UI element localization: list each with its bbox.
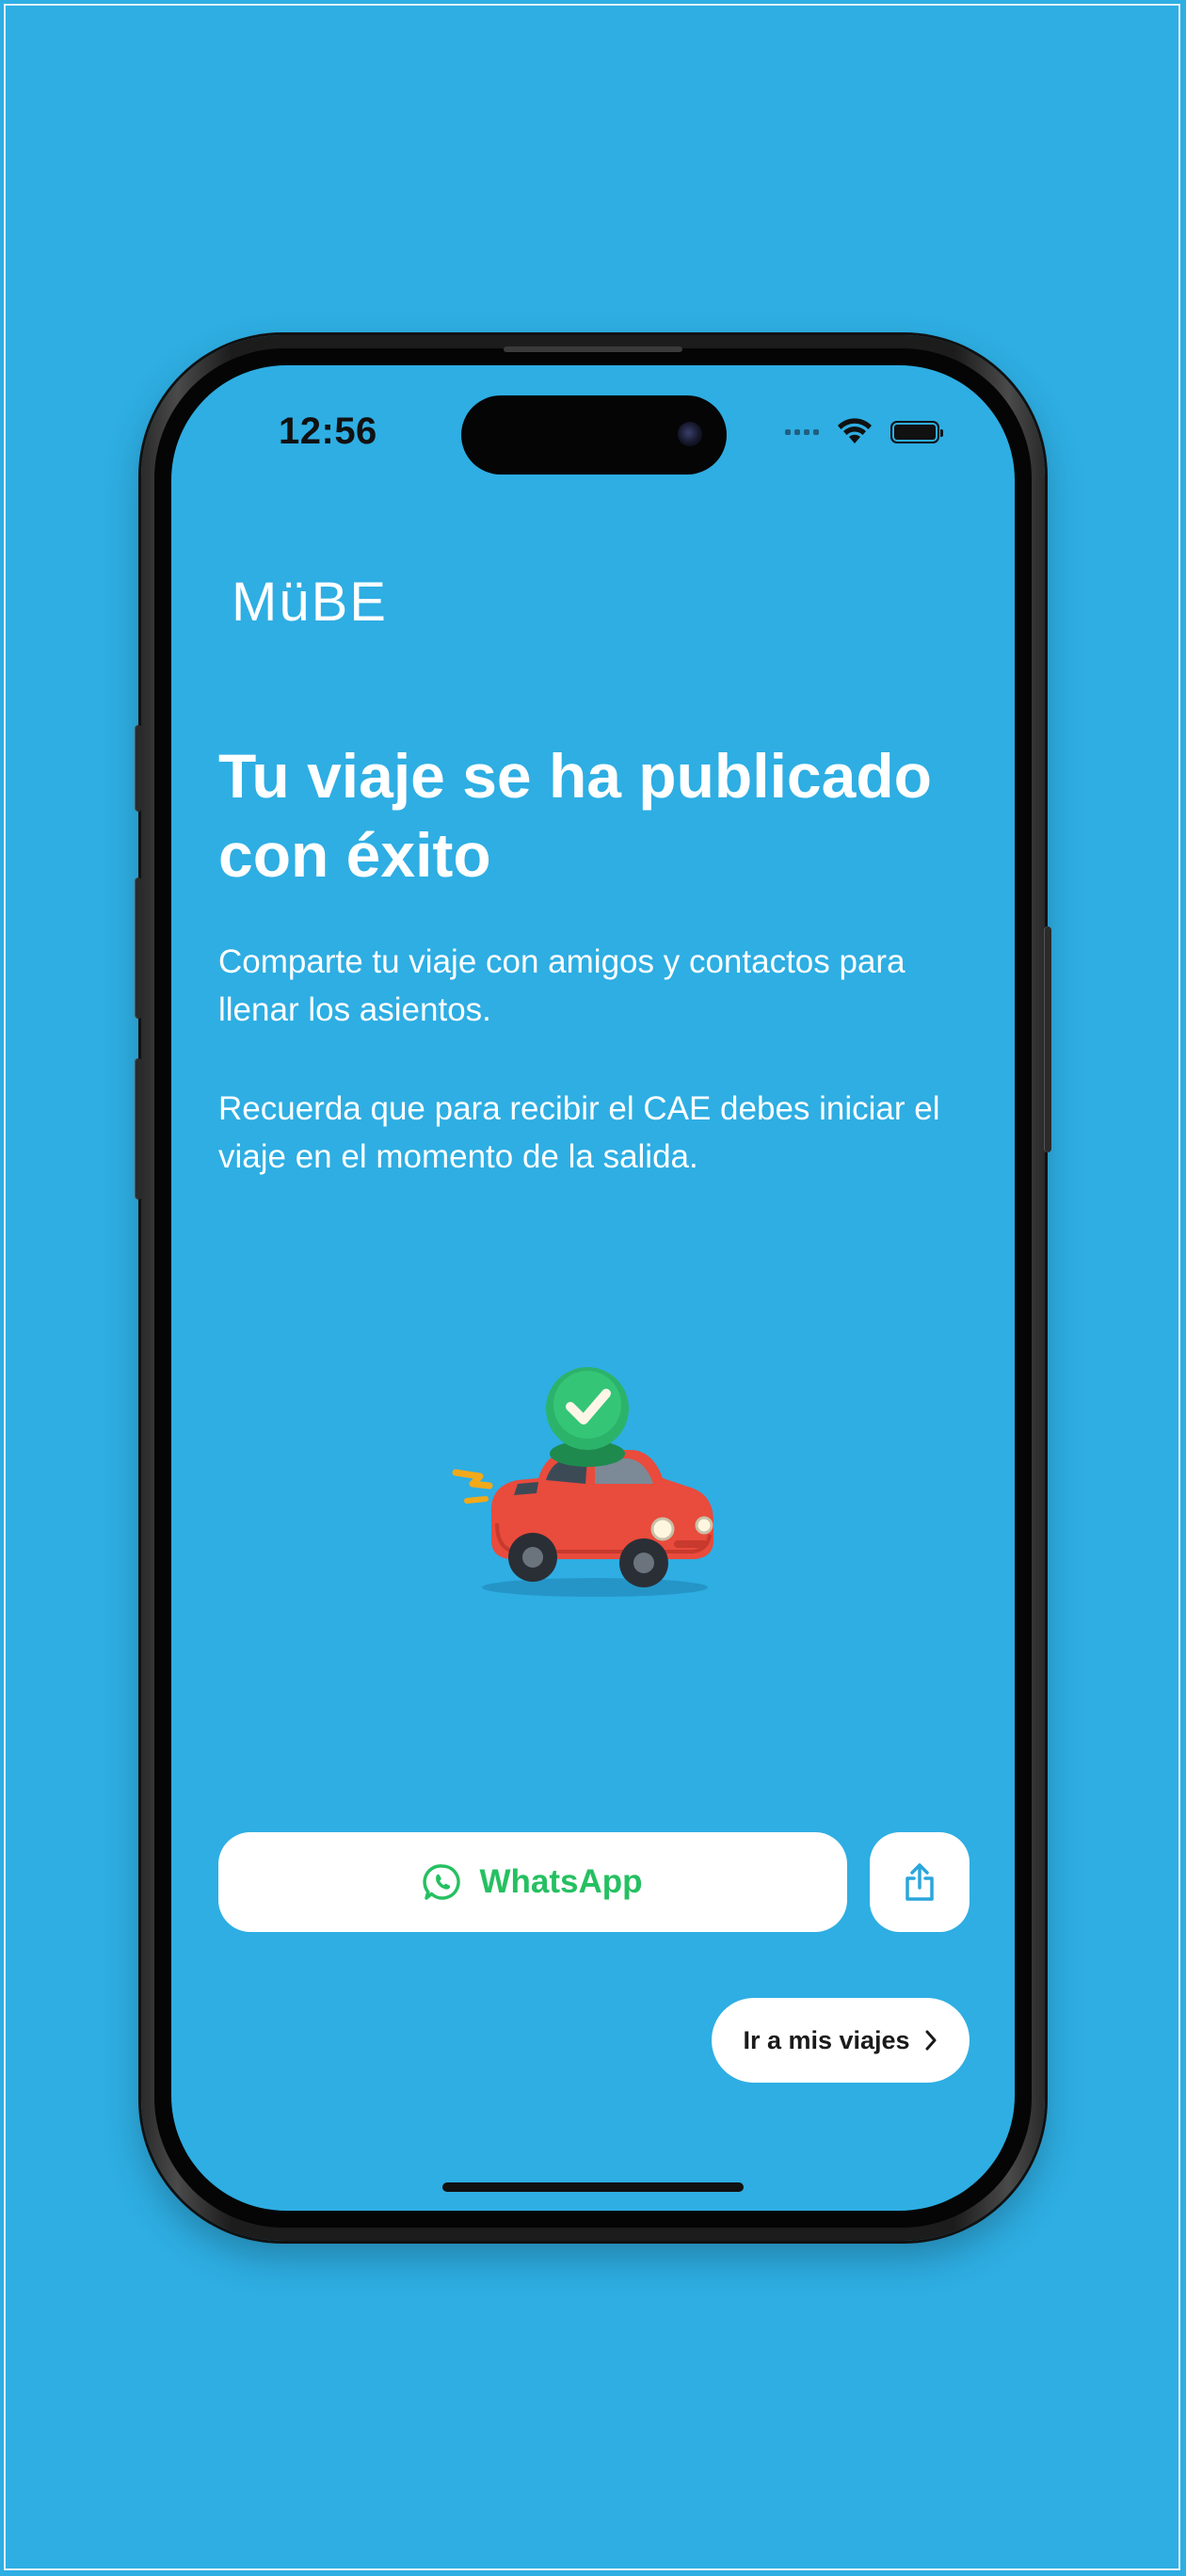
dynamic-island: [461, 395, 727, 475]
home-indicator[interactable]: [442, 2182, 744, 2192]
whatsapp-button-label: WhatsApp: [479, 1863, 643, 1900]
phone-speaker: [504, 346, 682, 352]
status-time: 12:56: [279, 411, 377, 452]
status-indicators: [785, 418, 943, 446]
share-description: Comparte tu viaje con amigos y contactos…: [218, 943, 906, 1028]
front-camera: [678, 422, 702, 446]
battery-icon: [890, 421, 943, 443]
action-button: [135, 725, 142, 812]
cellular-signal-icon: [785, 429, 819, 435]
go-to-my-trips-button[interactable]: Ir a mis viajes: [712, 1998, 970, 2083]
share-icon: [906, 1863, 934, 1901]
car-success-illustration: [452, 1367, 713, 1597]
app-screen: 12:56 MüBE Tu viaje se ha publicado con …: [171, 365, 1015, 2211]
my-trips-label: Ir a mis viajes: [743, 2025, 910, 2054]
share-button[interactable]: [870, 1832, 970, 1932]
chevron-right-icon: [925, 2030, 937, 2051]
whatsapp-share-button[interactable]: WhatsApp: [218, 1832, 847, 1932]
volume-down-button: [135, 1058, 142, 1199]
wifi-icon: [838, 418, 872, 443]
page-title: Tu viaje se ha publicado con éxito: [218, 741, 932, 890]
power-button: [1044, 926, 1051, 1152]
whatsapp-icon: [423, 1864, 461, 1900]
volume-up-button: [135, 877, 142, 1019]
mube-logo: MüBE: [232, 572, 388, 633]
cae-reminder: Recuerda que para recibir el CAE debes i…: [218, 1090, 940, 1175]
